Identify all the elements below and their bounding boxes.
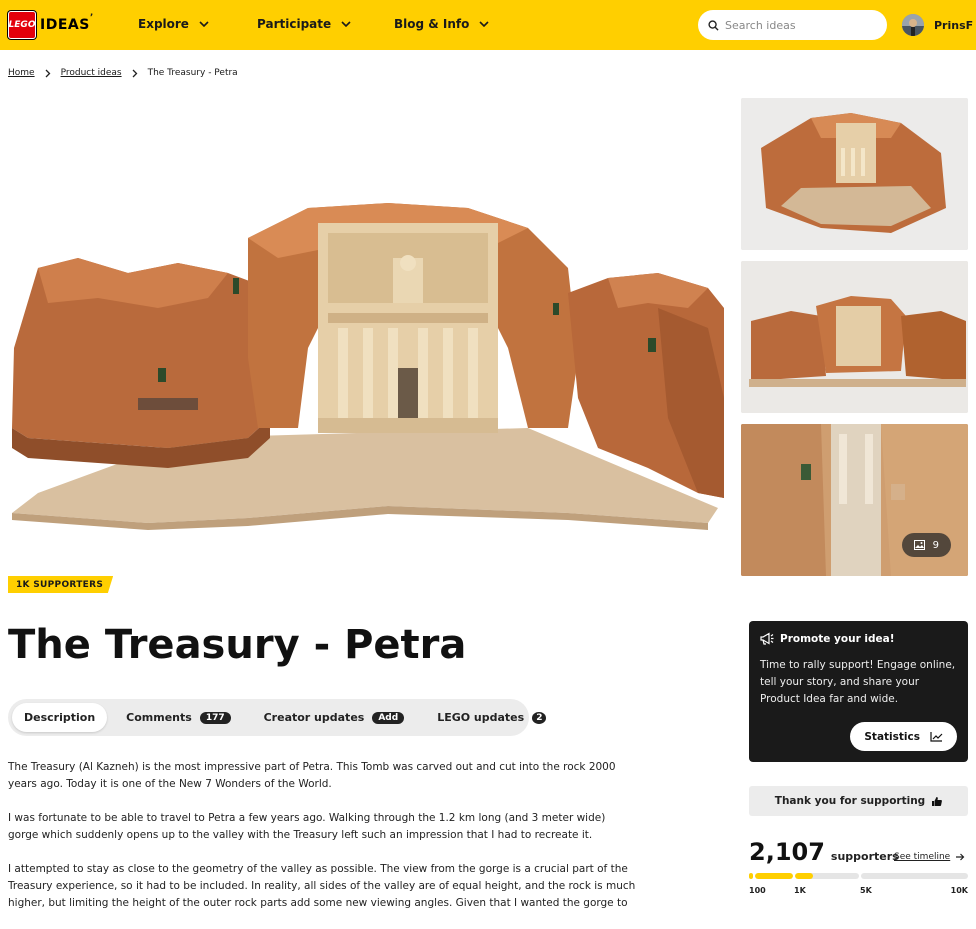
breadcrumb-current: The Treasury - Petra — [147, 68, 238, 78]
milestone-label: 100 — [749, 886, 766, 895]
search-input[interactable] — [725, 18, 875, 32]
page-title: The Treasury - Petra — [8, 622, 467, 668]
description-paragraph: I was fortunate to be able to travel to … — [8, 812, 606, 841]
chevron-down-icon — [479, 21, 489, 27]
progress-milestones: 100 1K 5K 10K — [749, 886, 968, 898]
supporters-number: 2,107 — [749, 838, 825, 866]
description-paragraph: I attempted to stay as close to the geom… — [8, 863, 636, 909]
photo-count-badge[interactable]: 9 — [901, 533, 951, 557]
lego-logo: LEGO — [8, 11, 36, 39]
creator-updates-add-badge: Add — [372, 711, 405, 724]
chevron-right-icon — [45, 69, 51, 78]
description-paragraph: The Treasury (Al Kazneh) is the most imp… — [8, 761, 616, 790]
chevron-down-icon — [199, 21, 209, 27]
statistics-button[interactable]: Statistics — [850, 722, 957, 751]
lego-ideas-logo[interactable]: LEGO IDEAS ’ — [8, 11, 93, 39]
tab-description-label: Description — [24, 711, 96, 724]
tab-comments[interactable]: Comments 177 — [114, 703, 242, 732]
photo-count: 9 — [932, 539, 939, 551]
tab-lego-updates[interactable]: LEGO updates 2 — [425, 703, 558, 732]
tab-creator-updates[interactable]: Creator updates Add — [252, 703, 417, 732]
statistics-button-label: Statistics — [864, 730, 920, 743]
nav-explore-label: Explore — [138, 17, 189, 31]
progress-segment-100 — [749, 873, 753, 879]
tab-creator-updates-label: Creator updates — [263, 711, 365, 724]
idea-description: The Treasury (Al Kazneh) is the most imp… — [8, 759, 638, 929]
image-icon — [913, 540, 925, 550]
milestone-label: 5K — [860, 886, 872, 895]
supporters-progress-bar — [749, 873, 968, 879]
breadcrumb-product-ideas-link[interactable]: Product ideas — [61, 68, 122, 78]
lego-updates-count-badge: 2 — [532, 711, 547, 724]
supporters-count: 2,107 supporters — [749, 838, 899, 866]
thank-you-supporting-button[interactable]: Thank you for supporting — [749, 786, 968, 816]
idea-tabs: Description Comments 177 Creator updates… — [8, 699, 547, 736]
ideas-logo-text: IDEAS — [40, 17, 90, 33]
promote-header: Promote your idea! — [760, 632, 957, 645]
promote-idea-card: Promote your idea! Time to rally support… — [749, 621, 968, 762]
nav-blog-info[interactable]: Blog & Info — [394, 17, 489, 31]
progress-segment-5k — [795, 873, 859, 879]
tab-description[interactable]: Description — [12, 703, 108, 732]
chart-icon — [930, 732, 943, 742]
chevron-right-icon — [132, 69, 138, 78]
see-timeline-label: See timeline — [894, 852, 951, 862]
user-menu[interactable]: PrinsF — [902, 14, 973, 36]
main-product-image[interactable] — [8, 98, 724, 576]
gallery-thumbnail-1[interactable] — [741, 98, 968, 250]
supporters-milestone-badge: 1K SUPPORTERS — [8, 576, 114, 593]
supporters-label: supporters — [830, 850, 899, 863]
megaphone-icon — [760, 632, 774, 645]
progress-segment-10k — [861, 873, 968, 879]
arrow-right-icon — [956, 853, 965, 861]
see-timeline-link[interactable]: See timeline — [894, 852, 965, 862]
tab-lego-updates-label: LEGO updates — [437, 711, 525, 724]
search-box[interactable] — [698, 10, 887, 40]
thumbs-up-icon — [932, 796, 943, 806]
tab-comments-label: Comments — [126, 711, 192, 724]
promote-text: Time to rally support! Engage online, te… — [760, 659, 956, 705]
thank-you-label: Thank you for supporting — [774, 795, 926, 807]
nav-participate[interactable]: Participate — [257, 17, 351, 31]
gallery-thumbnail-2[interactable] — [741, 261, 968, 413]
top-navigation-bar: LEGO IDEAS ’ Explore Participate Blog & … — [0, 0, 976, 50]
nav-explore[interactable]: Explore — [138, 17, 209, 31]
username: PrinsF — [934, 18, 974, 32]
milestone-label: 10K — [950, 886, 968, 895]
comments-count-badge: 177 — [199, 711, 231, 724]
avatar — [902, 14, 924, 36]
breadcrumb: Home Product ideas The Treasury - Petra — [8, 68, 238, 78]
chevron-down-icon — [341, 21, 351, 27]
nav-participate-label: Participate — [257, 17, 332, 31]
nav-blog-info-label: Blog & Info — [394, 17, 470, 31]
progress-segment-1k — [755, 873, 793, 879]
lightbulb-icon: ’ — [89, 13, 94, 23]
promote-title: Promote your idea! — [780, 632, 895, 645]
gallery-thumbnail-3[interactable]: 9 — [741, 424, 968, 576]
search-icon — [708, 19, 719, 31]
milestone-label: 1K — [794, 886, 806, 895]
breadcrumb-home-link[interactable]: Home — [8, 68, 35, 78]
